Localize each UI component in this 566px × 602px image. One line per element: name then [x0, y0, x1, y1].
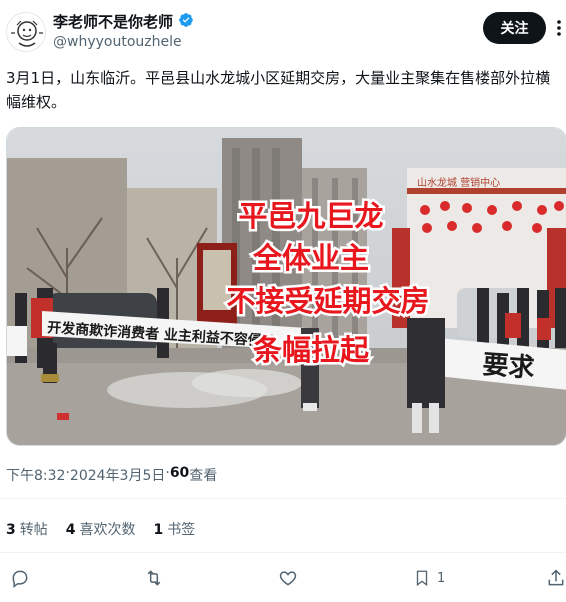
bookmark-button[interactable]: 1: [413, 568, 445, 588]
author-handle[interactable]: @whyyoutouzhele: [53, 34, 182, 50]
overlay-line-2: 全体业主: [252, 241, 369, 275]
retweet-button[interactable]: [143, 568, 165, 588]
views-label: 查看: [189, 468, 218, 484]
bookmark-icon: [416, 570, 428, 587]
divider: [0, 498, 566, 499]
tweet-text: 3月1日，山东临沂。平邑县山水龙城小区延期交房，大量业主聚集在售楼部外拉横幅维权…: [6, 69, 551, 111]
action-bar: 1: [0, 562, 566, 596]
avatar[interactable]: [6, 12, 46, 52]
overlay-line-4: 条幅拉起: [253, 333, 370, 367]
tweet-meta: 下午8:32 · 2024年3月5日 · 60 查看: [6, 465, 217, 485]
like-button[interactable]: [278, 568, 298, 588]
reply-button[interactable]: [10, 568, 30, 588]
overlay-line-3: 不接受延期交房: [226, 284, 429, 318]
tweet-media-video[interactable]: 山水龙城 营销中心 开发商欺诈消费者 业主利益不容侵犯 要求 平邑九巨龙 全体业…: [6, 127, 566, 446]
share-button[interactable]: [546, 568, 566, 588]
bookmarks-stat[interactable]: 1 书签: [154, 519, 196, 539]
tweet-time[interactable]: 下午8:32: [6, 465, 65, 485]
follow-button[interactable]: 关注: [483, 12, 546, 44]
divider: [0, 552, 566, 553]
more-options-icon[interactable]: [552, 19, 566, 37]
verified-badge-icon: [178, 12, 194, 32]
likes-stat[interactable]: 4 喜欢次数: [66, 519, 136, 539]
engagement-stats: 3 转帖 4 喜欢次数 1 书签: [6, 519, 195, 539]
overlay-line-1: 平邑九巨龙: [238, 199, 383, 233]
author-display-name[interactable]: 李老师不是你老师: [53, 11, 173, 32]
bookmark-count: 1: [437, 570, 446, 586]
retweets-stat[interactable]: 3 转帖: [6, 519, 48, 539]
banner-right-text: 要求: [482, 350, 536, 384]
tweet-header: 李老师不是你老师 @whyyoutouzhele 关注: [0, 0, 566, 62]
heart-icon: [279, 571, 297, 586]
tweet-date[interactable]: 2024年3月5日: [70, 465, 165, 485]
reply-icon: [12, 570, 28, 588]
views-count: 60: [169, 465, 190, 481]
retweet-icon: [147, 570, 161, 586]
building-sign: 山水龙城 营销中心: [417, 176, 500, 189]
author-name-row: 李老师不是你老师: [53, 11, 194, 32]
share-icon: [548, 569, 564, 586]
